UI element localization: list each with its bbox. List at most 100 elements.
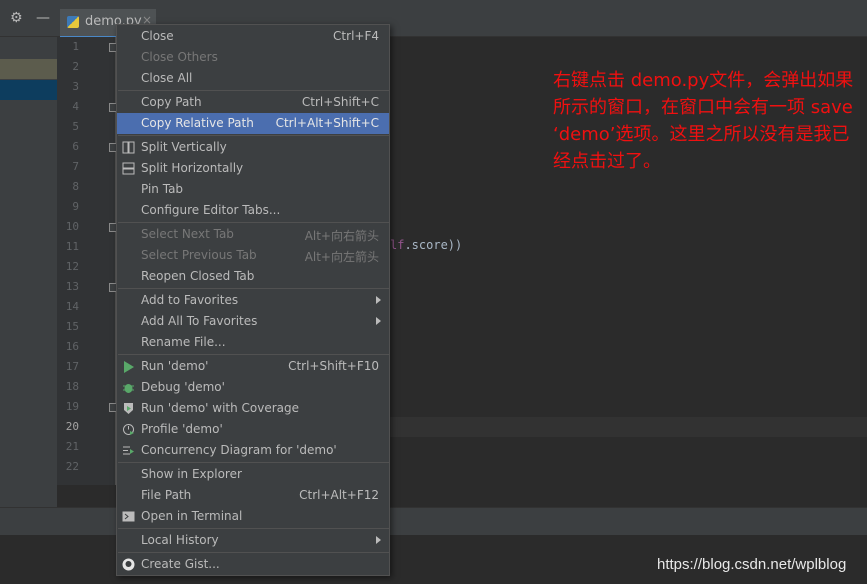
github-icon bbox=[122, 558, 135, 571]
project-row-selected bbox=[0, 80, 57, 100]
tab-context-menu: Close Ctrl+F4 Close Others Close All Copy Pa… bbox=[116, 24, 390, 576]
menu-item-reopen-closed-tab[interactable]: Reopen Closed Tab bbox=[117, 266, 389, 287]
menu-item-split-vertically[interactable]: Split Vertically bbox=[117, 137, 389, 158]
line-number: 18 bbox=[65, 380, 79, 393]
line-number: 19 bbox=[65, 400, 79, 413]
submenu-arrow-icon bbox=[376, 317, 381, 325]
line-number: 12 bbox=[65, 260, 79, 273]
menu-item-shortcut: Ctrl+Shift+F10 bbox=[288, 359, 379, 373]
line-number: 14 bbox=[65, 300, 79, 313]
menu-item-debug-demo[interactable]: Debug 'demo' bbox=[117, 377, 389, 398]
menu-item-label: Select Previous Tab bbox=[141, 248, 257, 262]
menu-item-shortcut: Alt+向右箭头 bbox=[304, 229, 379, 243]
menu-item-open-in-terminal[interactable]: Open in Terminal bbox=[117, 506, 389, 527]
menu-item-label: Create Gist... bbox=[141, 557, 220, 571]
code-text: .score)) bbox=[404, 238, 463, 252]
line-number-gutter: 1 2 3 4 5 6 7 8 9 10 11 12 13 14 15 16 17 18 19 20 21 22 bbox=[57, 37, 118, 485]
annotation-note: 右键点击 demo.py文件，会弹出如果所示的窗口，在窗口中会有一项 save … bbox=[553, 70, 854, 172]
menu-item-create-gist[interactable]: Create Gist... bbox=[117, 554, 389, 575]
menu-item-shortcut: Ctrl+Alt+Shift+C bbox=[275, 116, 379, 130]
line-number: 21 bbox=[65, 440, 79, 453]
menu-item-local-history[interactable]: Local History bbox=[117, 530, 389, 551]
menu-item-file-path[interactable]: File Path Ctrl+Alt+F12 bbox=[117, 485, 389, 506]
menu-item-close-others: Close Others bbox=[117, 47, 389, 68]
code-keyword: lf bbox=[390, 238, 405, 252]
menu-item-pin-tab[interactable]: Pin Tab bbox=[117, 179, 389, 200]
line-number: 16 bbox=[65, 340, 79, 353]
menu-item-label: Reopen Closed Tab bbox=[141, 269, 255, 283]
menu-item-label: Copy Relative Path bbox=[141, 116, 254, 130]
watermark: https://blog.csdn.net/wplblog bbox=[657, 556, 847, 573]
menu-item-run-demo-with-coverage[interactable]: Run 'demo' with Coverage bbox=[117, 398, 389, 419]
submenu-arrow-icon bbox=[376, 296, 381, 304]
project-row-highlight bbox=[0, 59, 57, 79]
menu-item-label: Show in Explorer bbox=[141, 467, 242, 481]
concurrency-icon bbox=[122, 444, 135, 457]
menu-separator bbox=[118, 90, 389, 91]
menu-item-label: Rename File... bbox=[141, 335, 226, 349]
line-number: 3 bbox=[72, 80, 79, 93]
submenu-arrow-icon bbox=[376, 536, 381, 544]
menu-item-label: Debug 'demo' bbox=[141, 380, 225, 394]
line-number: 8 bbox=[72, 180, 79, 193]
menu-item-run-demo[interactable]: Run 'demo' Ctrl+Shift+F10 bbox=[117, 356, 389, 377]
menu-item-shortcut: Ctrl+F4 bbox=[333, 29, 379, 43]
menu-item-shortcut: Ctrl+Alt+F12 bbox=[299, 488, 379, 502]
line-number: 2 bbox=[72, 60, 79, 73]
split-vertical-icon bbox=[122, 141, 135, 154]
menu-item-profile-demo[interactable]: Profile 'demo' bbox=[117, 419, 389, 440]
menu-item-label: File Path bbox=[141, 488, 192, 502]
debug-icon bbox=[122, 381, 135, 394]
python-file-icon bbox=[67, 16, 79, 28]
menu-item-label: Run 'demo' bbox=[141, 359, 209, 373]
line-number: 9 bbox=[72, 200, 79, 213]
menu-item-shortcut: Alt+向左箭头 bbox=[304, 250, 379, 264]
line-number: 6 bbox=[72, 140, 79, 153]
line-number: 15 bbox=[65, 320, 79, 333]
menu-item-configure-editor-tabs[interactable]: Configure Editor Tabs... bbox=[117, 200, 389, 221]
line-number: 13 bbox=[65, 280, 79, 293]
minimize-icon[interactable]: — bbox=[36, 9, 50, 27]
menu-item-label: Select Next Tab bbox=[141, 227, 234, 241]
menu-separator bbox=[118, 135, 389, 136]
line-number: 1 bbox=[72, 40, 79, 53]
coverage-icon bbox=[122, 402, 135, 415]
menu-item-concurrency-diagram-for-demo[interactable]: Concurrency Diagram for 'demo' bbox=[117, 440, 389, 461]
menu-item-close[interactable]: Close Ctrl+F4 bbox=[117, 26, 389, 47]
menu-item-label: Add All To Favorites bbox=[141, 314, 258, 328]
line-number: 20 bbox=[65, 420, 79, 433]
menu-item-label: Close All bbox=[141, 71, 193, 85]
gear-icon[interactable]: ⚙ bbox=[10, 9, 23, 27]
menu-item-label: Add to Favorites bbox=[141, 293, 239, 307]
menu-item-label: Run 'demo' with Coverage bbox=[141, 401, 300, 415]
split-horizontal-icon bbox=[122, 162, 135, 175]
menu-item-shortcut: Ctrl+Shift+C bbox=[301, 95, 379, 109]
menu-item-select-next-tab: Select Next Tab Alt+向右箭头 bbox=[117, 224, 389, 245]
menu-item-add-to-favorites[interactable]: Add to Favorites bbox=[117, 290, 389, 311]
line-number: 11 bbox=[65, 240, 79, 253]
menu-item-label: Local History bbox=[141, 533, 219, 547]
menu-item-label: Close bbox=[141, 29, 174, 43]
project-panel bbox=[0, 37, 57, 507]
menu-item-label: Pin Tab bbox=[141, 182, 184, 196]
menu-item-label: Split Horizontally bbox=[141, 161, 244, 175]
menu-item-show-in-explorer[interactable]: Show in Explorer bbox=[117, 464, 389, 485]
line-number: 7 bbox=[72, 160, 79, 173]
menu-item-copy-relative-path[interactable]: Copy Relative Path Ctrl+Alt+Shift+C bbox=[117, 113, 389, 134]
code-line-11: lf.score)) bbox=[390, 238, 462, 252]
menu-separator bbox=[118, 462, 389, 463]
menu-item-label: Concurrency Diagram for 'demo' bbox=[141, 443, 337, 457]
menu-item-label: Configure Editor Tabs... bbox=[141, 203, 281, 217]
menu-separator bbox=[118, 222, 389, 223]
menu-item-split-horizontally[interactable]: Split Horizontally bbox=[117, 158, 389, 179]
line-number: 10 bbox=[65, 220, 79, 233]
menu-separator bbox=[118, 552, 389, 553]
menu-item-rename-file[interactable]: Rename File... bbox=[117, 332, 389, 353]
menu-item-label: Split Vertically bbox=[141, 140, 227, 154]
line-number: 4 bbox=[72, 100, 79, 113]
line-number: 5 bbox=[72, 120, 79, 133]
menu-item-copy-path[interactable]: Copy Path Ctrl+Shift+C bbox=[117, 92, 389, 113]
terminal-icon bbox=[122, 510, 135, 523]
menu-item-add-all-to-favorites[interactable]: Add All To Favorites bbox=[117, 311, 389, 332]
menu-item-close-all[interactable]: Close All bbox=[117, 68, 389, 89]
